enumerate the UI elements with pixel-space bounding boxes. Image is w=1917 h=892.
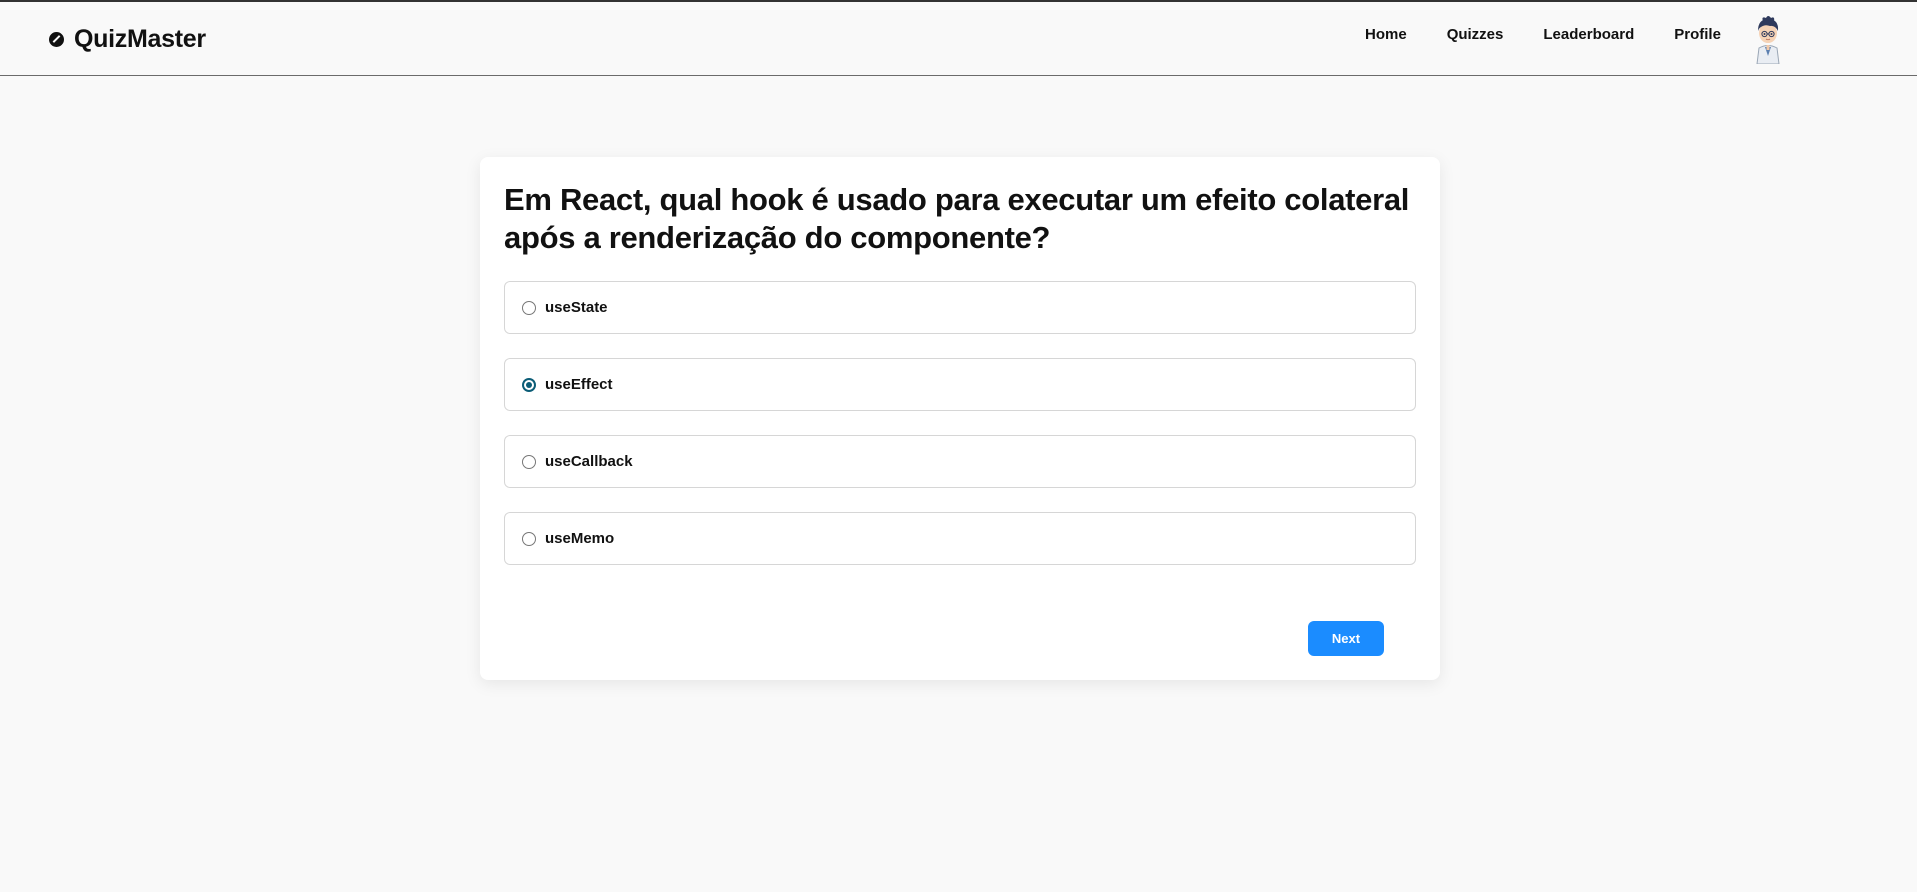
brand-name: QuizMaster (74, 24, 206, 53)
option-label: useCallback (545, 453, 633, 470)
avatar-icon (1756, 16, 1780, 65)
nav-leaderboard-link[interactable]: Leaderboard (1543, 26, 1634, 43)
nav-profile-link[interactable]: Profile (1674, 26, 1721, 43)
brand-logo-link[interactable]: QuizMaster (49, 22, 206, 56)
option-usecallback[interactable]: useCallback (504, 435, 1416, 488)
question-text: Em React, qual hook é usado para executa… (504, 182, 1410, 255)
radio-checked-icon[interactable] (522, 377, 536, 392)
radio-unchecked-icon[interactable] (522, 454, 536, 469)
main-nav: Home Quizzes Leaderboard Profile (1365, 26, 1721, 43)
nav-home-link[interactable]: Home (1365, 26, 1407, 43)
next-button[interactable]: Next (1308, 621, 1384, 656)
nav-quizzes-link[interactable]: Quizzes (1447, 26, 1504, 43)
option-usestate[interactable]: useState (504, 281, 1416, 334)
option-label: useState (545, 299, 608, 316)
radio-unchecked-icon[interactable] (522, 531, 536, 546)
option-useeffect[interactable]: useEffect (504, 358, 1416, 411)
option-usememo[interactable]: useMemo (504, 512, 1416, 565)
quiz-card: Em React, qual hook é usado para executa… (480, 157, 1440, 680)
basketball-icon (49, 31, 64, 47)
radio-unchecked-icon[interactable] (522, 300, 536, 315)
top-navbar: QuizMaster Home Quizzes Leaderboard Prof… (0, 2, 1917, 76)
option-label: useMemo (545, 530, 615, 547)
user-avatar[interactable] (1751, 12, 1785, 65)
option-label: useEffect (545, 376, 613, 393)
